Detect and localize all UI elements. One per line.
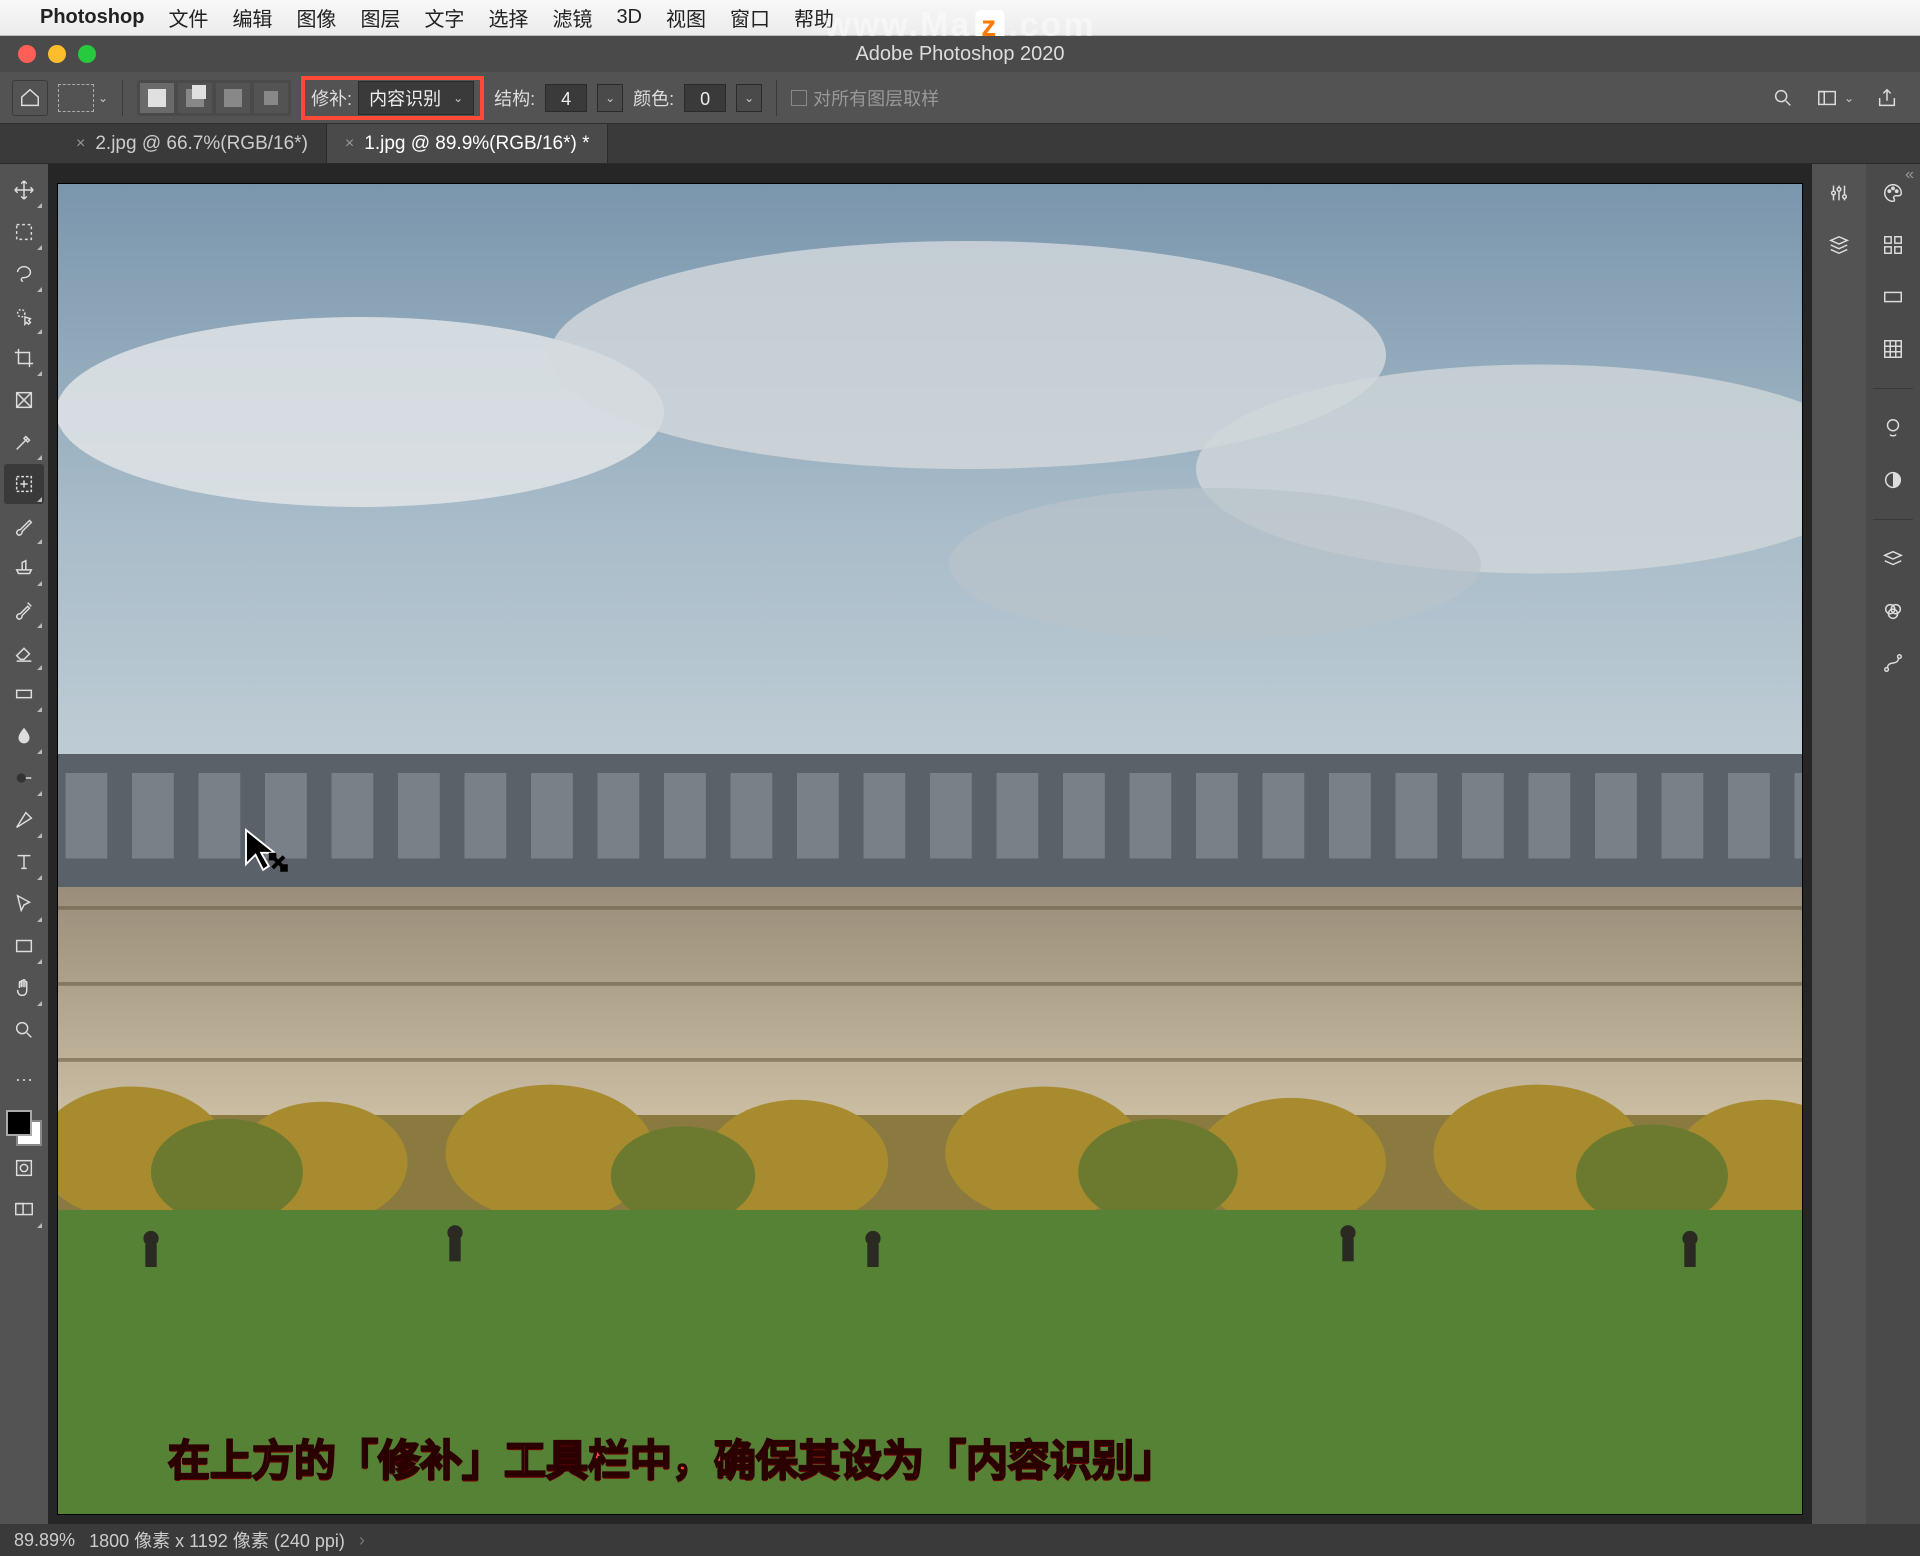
window-title: Adobe Photoshop 2020: [0, 43, 1920, 66]
patch-mode-value: 内容识别: [369, 85, 441, 111]
menu-3d[interactable]: 3D: [616, 6, 642, 29]
lasso-tool[interactable]: [4, 254, 44, 294]
workspace-switcher[interactable]: ⌄: [1816, 87, 1854, 109]
sample-all-layers-checkbox[interactable]: 对所有图层取样: [791, 85, 939, 111]
eyedropper-tool[interactable]: [4, 422, 44, 462]
structure-label: 结构:: [494, 85, 535, 111]
color-dropdown[interactable]: ⌄: [736, 84, 762, 112]
layers-panel-icon[interactable]: [1876, 542, 1910, 576]
menubar-app-name[interactable]: Photoshop: [40, 6, 144, 29]
patterns-panel-icon[interactable]: [1876, 332, 1910, 366]
patch-mode-select[interactable]: 内容识别 ⌄: [358, 81, 474, 115]
chevron-down-icon: ⌄: [453, 91, 463, 105]
structure-dropdown[interactable]: ⌄: [597, 84, 623, 112]
menu-filter[interactable]: 滤镜: [552, 3, 592, 32]
type-tool[interactable]: [4, 842, 44, 882]
zoom-level[interactable]: 89.89%: [14, 1530, 75, 1551]
divider: [776, 80, 777, 116]
macos-menubar: Photoshop 文件 编辑 图像 图层 文字 选择 滤镜 3D 视图 窗口 …: [0, 0, 1920, 36]
dodge-tool[interactable]: [4, 758, 44, 798]
crop-tool[interactable]: [4, 338, 44, 378]
annotation-caption: 在上方的「修补」工具栏中，确保其设为「内容识别」: [168, 1427, 1176, 1488]
selection-subtract-button[interactable]: [216, 83, 250, 113]
document-tabs: × 2.jpg @ 66.7%(RGB/16*) × 1.jpg @ 89.9%…: [0, 124, 1920, 164]
tab-label: 2.jpg @ 66.7%(RGB/16*): [95, 133, 308, 155]
menu-edit[interactable]: 编辑: [232, 3, 272, 32]
foreground-color-swatch[interactable]: [6, 1110, 32, 1136]
path-select-tool[interactable]: [4, 884, 44, 924]
sample-all-label: 对所有图层取样: [813, 85, 939, 111]
menu-file[interactable]: 文件: [168, 3, 208, 32]
color-input[interactable]: 0: [684, 84, 726, 112]
status-bar: 89.89% 1800 像素 x 1192 像素 (240 ppi) ›: [0, 1524, 1920, 1556]
canvas-area: 在上方的「修补」工具栏中，确保其设为「内容识别」: [48, 164, 1812, 1524]
gradient-tool[interactable]: [4, 674, 44, 714]
quick-mask-button[interactable]: [4, 1148, 44, 1188]
blur-tool[interactable]: [4, 716, 44, 756]
clone-stamp-tool[interactable]: [4, 548, 44, 588]
menu-help[interactable]: 帮助: [794, 3, 834, 32]
status-doc-dims[interactable]: 1800 像素 x 1192 像素 (240 ppi): [89, 1527, 345, 1553]
quick-select-tool[interactable]: [4, 296, 44, 336]
home-button[interactable]: [12, 80, 48, 116]
history-brush-tool[interactable]: [4, 590, 44, 630]
zoom-tool[interactable]: [4, 1010, 44, 1050]
patch-tool[interactable]: [4, 464, 44, 504]
paths-panel-icon[interactable]: [1876, 646, 1910, 680]
divider: [1873, 519, 1913, 520]
swatches-panel-icon[interactable]: [1876, 228, 1910, 262]
brush-tool[interactable]: [4, 506, 44, 546]
close-icon[interactable]: ×: [76, 135, 85, 153]
patch-mode-highlight: 修补: 内容识别 ⌄: [301, 76, 484, 120]
window-titlebar: Adobe Photoshop 2020: [0, 36, 1920, 72]
collapse-panels-icon[interactable]: «: [1905, 166, 1914, 184]
tool-preset-picker[interactable]: ⌄: [58, 84, 108, 112]
selection-new-button[interactable]: [140, 83, 174, 113]
right-panels: «: [1812, 164, 1920, 1524]
screen-mode-button[interactable]: [4, 1190, 44, 1230]
rectangle-tool[interactable]: [4, 926, 44, 966]
properties-panel-icon[interactable]: [1822, 176, 1856, 210]
color-swatches[interactable]: [6, 1110, 42, 1146]
color-label: 颜色:: [633, 85, 674, 111]
structure-input[interactable]: 4: [545, 84, 587, 112]
move-tool[interactable]: [4, 170, 44, 210]
libraries-panel-icon[interactable]: [1822, 228, 1856, 262]
menu-window[interactable]: 窗口: [730, 3, 770, 32]
menu-type[interactable]: 文字: [424, 3, 464, 32]
menu-layer[interactable]: 图层: [360, 3, 400, 32]
search-icon[interactable]: [1772, 87, 1794, 109]
close-icon[interactable]: ×: [345, 135, 354, 153]
divider: [122, 80, 123, 116]
channels-panel-icon[interactable]: [1876, 594, 1910, 628]
pen-tool[interactable]: [4, 800, 44, 840]
document-tab[interactable]: × 1.jpg @ 89.9%(RGB/16*) *: [327, 124, 609, 163]
options-bar: ⌄ 修补: 内容识别 ⌄ 结构: 4 ⌄ 颜色: 0 ⌄ 对所有图层取样 ⌄: [0, 72, 1920, 124]
eraser-tool[interactable]: [4, 632, 44, 672]
selection-intersect-button[interactable]: [254, 83, 288, 113]
selection-mode-group: [137, 80, 291, 116]
menu-select[interactable]: 选择: [488, 3, 528, 32]
marquee-tool[interactable]: [4, 212, 44, 252]
styles-panel-icon[interactable]: [1876, 463, 1910, 497]
edit-toolbar-button[interactable]: ⋯: [4, 1060, 44, 1100]
document-canvas[interactable]: [58, 184, 1802, 1514]
adjustments-panel-icon[interactable]: [1876, 411, 1910, 445]
chevron-right-icon[interactable]: ›: [359, 1530, 365, 1551]
tab-label: 1.jpg @ 89.9%(RGB/16*) *: [364, 133, 589, 155]
divider: [1873, 388, 1913, 389]
hand-tool[interactable]: [4, 968, 44, 1008]
tools-panel: ⋯: [0, 164, 48, 1524]
share-icon[interactable]: [1876, 87, 1898, 109]
frame-tool[interactable]: [4, 380, 44, 420]
menu-image[interactable]: 图像: [296, 3, 336, 32]
selection-add-button[interactable]: [178, 83, 212, 113]
document-tab[interactable]: × 2.jpg @ 66.7%(RGB/16*): [58, 124, 327, 163]
menu-view[interactable]: 视图: [666, 3, 706, 32]
patch-label: 修补:: [311, 85, 352, 111]
gradients-panel-icon[interactable]: [1876, 280, 1910, 314]
